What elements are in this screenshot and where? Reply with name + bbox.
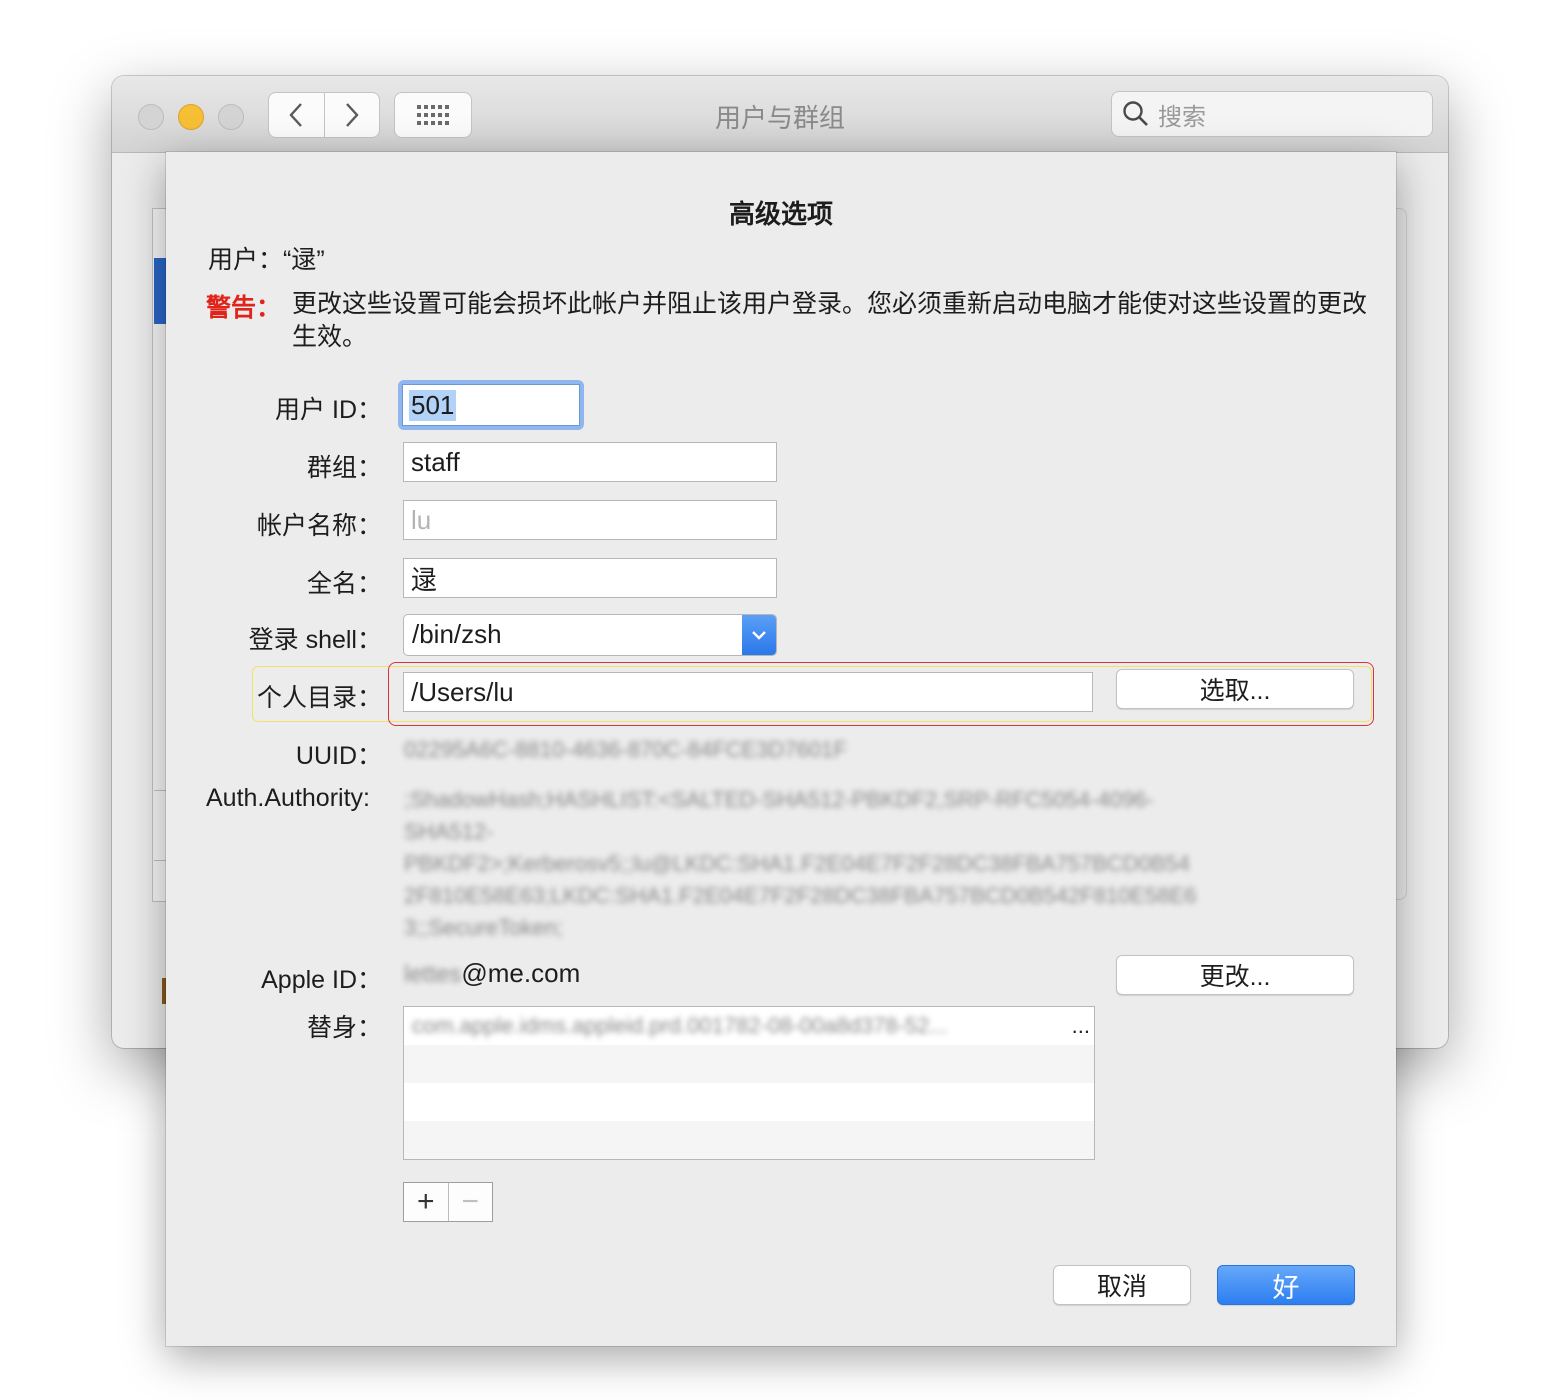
sidebar-divider: [154, 860, 166, 861]
home-dir-field[interactable]: /Users/lu: [403, 672, 1093, 712]
list-item: [404, 1083, 1094, 1121]
account-name-value: lu: [411, 504, 432, 535]
full-name-label: 全名：: [306, 570, 382, 598]
apple-id-value: lettes@me.com: [404, 958, 581, 988]
apple-id-label: Apple ID：: [261, 966, 382, 994]
full-name-field[interactable]: 逯: [403, 558, 777, 598]
title-bar: 用户与群组 搜索: [112, 76, 1448, 153]
search-placeholder: 搜索: [1158, 103, 1206, 131]
login-shell-label: 登录 shell：: [248, 626, 382, 654]
sidebar-selected-item[interactable]: [154, 258, 166, 324]
home-dir-value: /Users/lu: [411, 676, 514, 707]
user-id-field[interactable]: 501: [398, 380, 584, 430]
group-field[interactable]: staff: [403, 442, 777, 482]
account-name-label: 帐户名称：: [256, 512, 382, 540]
login-shell-value: /bin/zsh: [412, 619, 502, 649]
content-panel-edge: [1396, 208, 1407, 900]
group-value: staff: [411, 446, 460, 477]
user-line: 用户：“逯”: [208, 246, 325, 274]
full-name-value: 逯: [411, 564, 438, 595]
user-id-value: 501: [409, 389, 457, 421]
warning-text: 更改这些设置可能会损坏此帐户并阻止该用户登录。您必须重新启动电脑才能使对这些设置…: [292, 290, 1368, 351]
warning-label: 警告：: [206, 294, 282, 322]
login-shell-popup[interactable]: /bin/zsh: [403, 614, 777, 656]
remove-alias-button[interactable]: −: [447, 1183, 493, 1221]
sheet-title: 高级选项: [728, 199, 833, 229]
list-item[interactable]: com.apple.idms.appleid.prd.001782-08-00a…: [404, 1007, 1094, 1045]
advanced-options-sheet: 高级选项 用户：“逯” 警告： 更改这些设置可能会损坏此帐户并阻止该用户登录。您…: [166, 152, 1396, 1346]
cancel-button[interactable]: 取消: [1053, 1265, 1191, 1305]
ok-button[interactable]: 好: [1217, 1265, 1355, 1305]
search-icon: [1123, 101, 1148, 126]
search-field[interactable]: 搜索: [1111, 91, 1433, 137]
aliases-label: 替身：: [306, 1014, 382, 1042]
home-dir-label: 个人目录：: [256, 684, 382, 712]
auth-authority-value: ;ShadowHash;HASHLIST:<SALTED-SHA512-PBKD…: [404, 787, 1197, 940]
add-alias-button[interactable]: +: [404, 1183, 448, 1221]
list-item: [404, 1045, 1094, 1083]
list-item: [404, 1121, 1094, 1159]
alias-buttons: + −: [403, 1182, 493, 1222]
popup-arrow[interactable]: [742, 615, 776, 655]
account-name-field: lu: [403, 500, 777, 540]
choose-button[interactable]: 选取...: [1116, 669, 1354, 709]
chevron-down-icon: [752, 631, 766, 640]
group-label: 群组：: [306, 454, 382, 482]
change-apple-id-button[interactable]: 更改...: [1116, 955, 1354, 995]
aliases-list[interactable]: com.apple.idms.appleid.prd.001782-08-00a…: [403, 1006, 1095, 1160]
auth-authority-label: Auth.Authority:: [206, 784, 370, 812]
sidebar-divider: [154, 790, 166, 791]
uuid-label: UUID：: [295, 742, 382, 770]
uuid-value: 02295A6C-8810-4636-870C-84FCE3D7601F: [404, 737, 847, 762]
user-id-label: 用户 ID：: [275, 396, 382, 424]
